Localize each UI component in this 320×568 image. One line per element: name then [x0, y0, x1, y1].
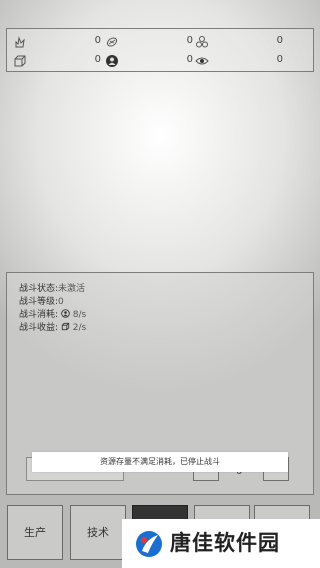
battle-reward-value: 2/s: [72, 323, 87, 333]
tab-production[interactable]: 生产: [7, 505, 63, 560]
battle-status-value: 未激活: [58, 284, 86, 294]
person-badge-icon: [61, 309, 70, 318]
resource-leaf: 0: [11, 31, 101, 51]
battle-cost-label: 战斗消耗:: [19, 310, 59, 320]
person-badge-icon: [105, 53, 119, 67]
tab-tech[interactable]: 技术: [70, 505, 126, 560]
battle-level: 战斗等级:0: [19, 296, 86, 309]
watermark-text: 唐佳软件园: [170, 531, 280, 555]
toast-message: 资源存量不满足消耗，已停止战斗: [32, 452, 288, 472]
battle-cost-value: 8/s: [72, 310, 87, 320]
resource-row: 0 0 0: [7, 31, 313, 51]
watermark: 唐佳软件园: [122, 519, 320, 568]
resource-ore: 0: [103, 31, 193, 51]
battle-status: 战斗状态:未激活: [19, 283, 86, 296]
resource-crystal: 0: [193, 31, 283, 51]
battle-stats: 战斗状态:未激活 战斗等级:0 战斗消耗: 8/s 战斗收益: 2/s: [19, 283, 86, 335]
resource-value: 0: [94, 35, 101, 46]
resource-person: 0: [103, 50, 193, 70]
ore-icon: [105, 34, 119, 48]
watermark-logo: [134, 529, 164, 563]
resource-eye: 0: [193, 50, 283, 70]
resource-cube: 0: [11, 50, 101, 70]
resource-value: 0: [94, 54, 101, 65]
eye-icon: [195, 53, 209, 67]
cube-icon: [13, 53, 27, 67]
battle-status-label: 战斗状态:: [19, 284, 59, 294]
battle-reward-label: 战斗收益:: [19, 323, 59, 333]
battle-level-value: 0: [58, 297, 64, 307]
leaf-icon: [13, 34, 27, 48]
crystal-cluster-icon: [195, 34, 209, 48]
resource-row: 0 0 0: [7, 50, 313, 70]
resource-value: 0: [276, 54, 283, 65]
battle-cost: 战斗消耗: 8/s: [19, 309, 86, 322]
battle-reward: 战斗收益: 2/s: [19, 322, 86, 335]
resource-value: 0: [276, 35, 283, 46]
resource-panel: 0 0 0 0 0 0: [6, 28, 314, 72]
cube-icon: [61, 322, 70, 331]
battle-level-label: 战斗等级:: [19, 297, 59, 307]
